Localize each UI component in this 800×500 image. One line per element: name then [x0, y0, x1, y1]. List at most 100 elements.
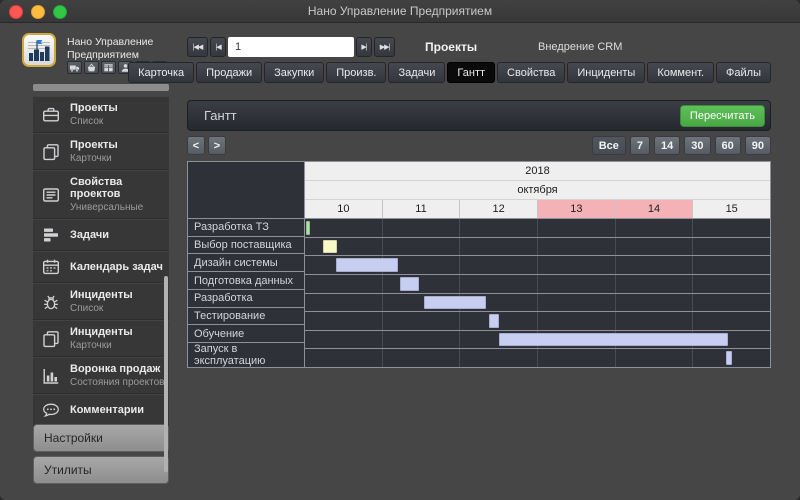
task-column-header: [188, 162, 304, 219]
gantt-bar[interactable]: [499, 332, 728, 347]
tab-tasks[interactable]: Задачи: [388, 62, 446, 83]
tasks-icon: [41, 225, 63, 245]
tab-incidents[interactable]: Инциденты: [567, 62, 646, 83]
calendar-month-row: октября: [305, 181, 770, 200]
task-name-column: Разработка ТЗ Выбор поставщика Дизайн сист…: [188, 219, 304, 367]
app-name-line1: Нано Управление: [67, 36, 154, 48]
sidebar-item-text: Воронка продаж Состояния проектов: [70, 363, 164, 388]
tab-files[interactable]: Файлы: [716, 62, 771, 83]
sidebar-item-sales-funnel[interactable]: Воронка продаж Состояния проектов: [33, 357, 169, 394]
pager-last-button[interactable]: ▶▶|: [374, 37, 395, 57]
day-header-10: 10: [305, 200, 383, 218]
app-logo-icon: [22, 33, 56, 67]
truck-icon: [69, 63, 80, 73]
sidebar-item-incidents-cards[interactable]: Инциденты Карточки: [33, 320, 169, 357]
tab-sales[interactable]: Продажи: [196, 62, 263, 83]
tab-gantt[interactable]: Гантт: [447, 62, 496, 83]
range-button-30[interactable]: 30: [684, 136, 711, 155]
gantt-bar[interactable]: [336, 258, 398, 272]
mini-toolbar-truck-button[interactable]: [67, 61, 82, 74]
pager-next-button[interactable]: ▶|: [356, 37, 372, 57]
recalculate-button[interactable]: Пересчитать: [679, 104, 765, 127]
sidebar-item-title: Воронка продаж: [70, 363, 161, 375]
pager-first-button[interactable]: |◀◀: [187, 37, 208, 57]
day-header-15: 15: [725, 203, 738, 215]
sidebar-divider: [33, 84, 169, 91]
pager-prev-button[interactable]: |◀: [210, 37, 226, 57]
gantt-range-row: < > Все 7 14 30 60 90: [187, 136, 771, 155]
sidebar-item-subtitle: Универсальные: [70, 202, 144, 213]
range-button-60[interactable]: 60: [714, 136, 741, 155]
range-button-14[interactable]: 14: [654, 136, 681, 155]
gantt-bar[interactable]: [323, 239, 337, 254]
app-name: Нано Управление Предприятием: [67, 36, 153, 61]
sidebar-item-title: Инциденты: [70, 326, 133, 338]
day-header-12: 12: [460, 200, 539, 218]
sidebar-item-text: Инциденты Карточки: [70, 326, 133, 351]
sidebar-item-comments[interactable]: Комментарии: [33, 394, 169, 426]
task-label: Запуск в эксплуатацию: [194, 343, 266, 368]
basket-icon: [86, 63, 97, 73]
tab-card[interactable]: Карточка: [128, 62, 195, 83]
sidebar-item-subtitle: Карточки: [70, 153, 112, 164]
task-label: Разработка: [188, 290, 304, 308]
range-button-7[interactable]: 7: [629, 136, 650, 155]
day-header-11: 11: [383, 200, 461, 218]
task-row: [305, 275, 770, 294]
sidebar-footer: Настройки Утилиты: [33, 424, 169, 484]
cards-icon: [41, 142, 63, 162]
sidebar-item-incidents-list[interactable]: Инциденты Список: [33, 283, 169, 320]
task-row: [305, 256, 770, 275]
gantt-panel-title: Гантт: [204, 108, 237, 123]
scroll-right-button[interactable]: >: [208, 136, 226, 155]
sidebar-scrollbar[interactable]: [164, 276, 168, 472]
tab-comments[interactable]: Коммент.: [647, 62, 715, 83]
sidebar-list: Проекты Список Проекты Карточки Свойства про…: [33, 96, 169, 426]
list-icon: [41, 185, 63, 205]
scroll-left-button[interactable]: <: [187, 136, 205, 155]
gantt-panel-header: Гантт Пересчитать: [187, 100, 771, 131]
window-titlebar: Нано Управление Предприятием: [0, 0, 800, 23]
range-button-all[interactable]: Все: [591, 136, 626, 155]
tab-purchases[interactable]: Закупки: [264, 62, 325, 83]
sidebar-item-text: Инциденты Список: [70, 289, 133, 314]
task-label: Выбор поставщика: [188, 237, 304, 255]
box-icon: [103, 63, 114, 73]
task-name-column-wrap: Разработка ТЗ Выбор поставщика Дизайн сист…: [188, 162, 305, 367]
section-title: Проекты: [425, 40, 478, 54]
sidebar-item-subtitle: Список: [70, 303, 104, 314]
sidebar-item-project-properties[interactable]: Свойства проектов Универсальные: [33, 170, 169, 219]
record-number-input[interactable]: [228, 37, 354, 57]
task-row: [305, 331, 770, 350]
tab-production[interactable]: Произв.: [326, 62, 387, 83]
calendar-days-row: 10 11 12 13 14 15: [305, 200, 770, 219]
sidebar-item-title: Проекты: [70, 102, 118, 114]
tab-properties[interactable]: Свойства: [497, 62, 566, 83]
briefcase-icon: [41, 105, 63, 125]
sidebar-item-title: Задачи: [70, 229, 109, 241]
task-label: Разработка ТЗ: [188, 219, 304, 237]
sidebar-button-settings[interactable]: Настройки: [33, 424, 169, 452]
gantt-bar[interactable]: [400, 276, 419, 291]
gantt-bar[interactable]: [726, 351, 732, 365]
sidebar-item-text: Свойства проектов Универсальные: [70, 176, 169, 213]
sidebar-item-projects-list[interactable]: Проекты Список: [33, 96, 169, 133]
mini-toolbar-basket-button[interactable]: [84, 61, 99, 74]
gantt-rows: [305, 219, 770, 367]
gantt-bar[interactable]: [489, 314, 499, 328]
sidebar-item-title: Инциденты: [70, 289, 133, 301]
sidebar-item-tasks[interactable]: Задачи: [33, 219, 169, 251]
sidebar-button-utilities[interactable]: Утилиты: [33, 456, 169, 484]
task-row: [305, 238, 770, 257]
sidebar-item-task-calendar[interactable]: Календарь задач: [33, 251, 169, 283]
sidebar-item-subtitle: Состояния проектов: [70, 377, 165, 388]
window-title: Нано Управление Предприятием: [307, 4, 493, 18]
gantt-bar[interactable]: [424, 295, 486, 310]
sidebar-item-projects-cards[interactable]: Проекты Карточки: [33, 133, 169, 170]
gantt-bar[interactable]: [306, 221, 310, 235]
range-button-90[interactable]: 90: [744, 136, 771, 155]
task-label: Обучение: [188, 325, 304, 344]
record-pager: |◀◀ |◀ ▶| ▶▶|: [187, 37, 395, 57]
mini-toolbar-box-button[interactable]: [101, 61, 116, 74]
chart-icon: [41, 366, 63, 386]
